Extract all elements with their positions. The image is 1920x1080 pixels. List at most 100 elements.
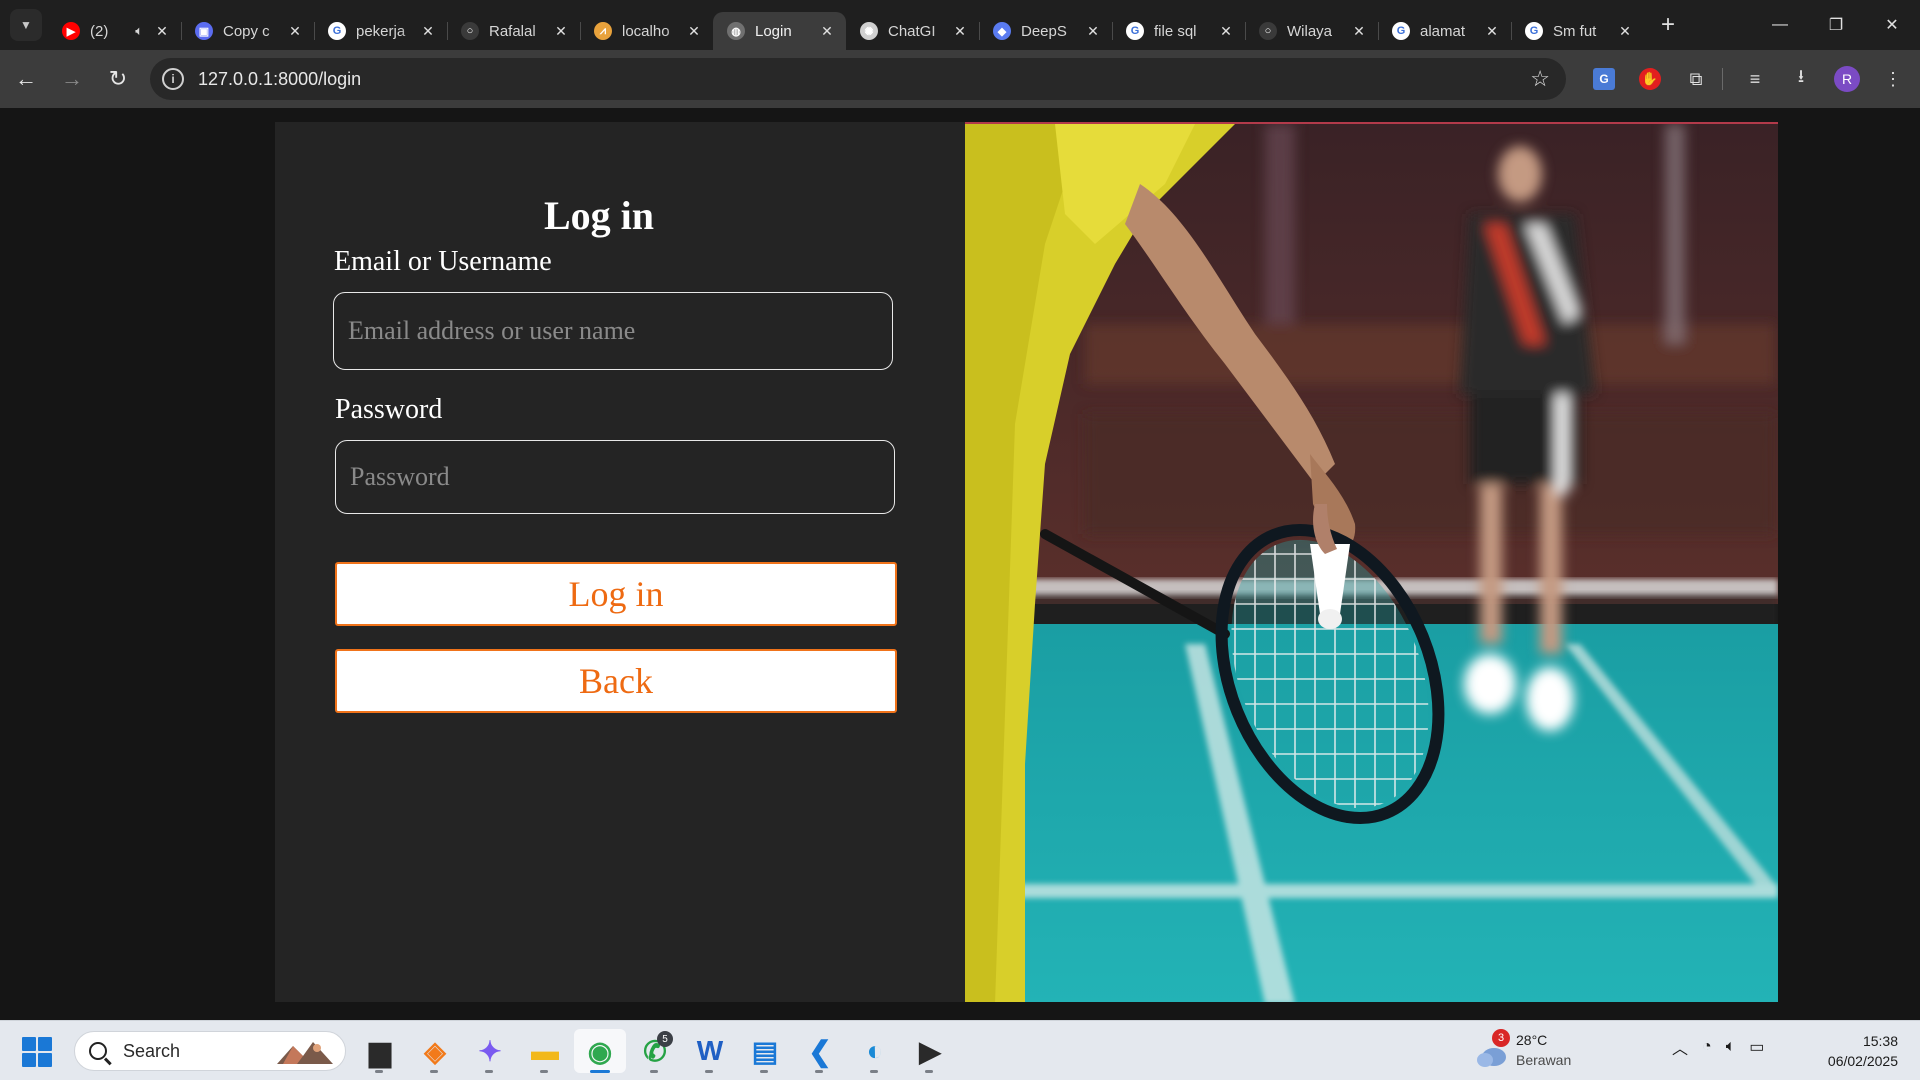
close-tab-icon[interactable]: ✕ <box>818 22 836 40</box>
address-bar[interactable]: i 127.0.0.1:8000/login ☆ <box>150 58 1566 100</box>
tab-search-button[interactable]: ▼ <box>10 9 42 41</box>
tab-title: Login <box>755 22 792 40</box>
close-tab-icon[interactable]: ✕ <box>1483 22 1501 40</box>
tab-10[interactable]: ○ Wilaya ✕ <box>1245 12 1378 50</box>
edge-icon: ◐ <box>866 1035 884 1066</box>
google-translate-extension[interactable]: G <box>1584 59 1624 99</box>
restore-icon: ❐ <box>1828 17 1844 34</box>
back-nav-button[interactable]: ← <box>6 59 46 99</box>
system-clock[interactable]: 15:38 06/02/2025 <box>1828 1031 1898 1071</box>
tab-6[interactable]: ◍ Login ✕ <box>713 12 846 50</box>
google-icon: G <box>1126 22 1144 40</box>
extensions-area: G ✋ ⧉ ≡ ⭳ R ⋮ <box>1578 59 1913 99</box>
login-button[interactable]: Log in <box>335 562 897 626</box>
volume-icon[interactable]: 🔈︎ <box>1726 1038 1736 1056</box>
browser-tab-strip: ▼ ▶ (2) 🔈︎ ✕ ▣ Copy c ✕ Gpekerja ✕ ○ Rafalal ✕ ⩘ loca… <box>0 0 1920 50</box>
tab-title: localho <box>622 22 670 40</box>
taskbar-app-task-view[interactable]: ▆ <box>354 1029 406 1073</box>
media-control-button[interactable]: ≡ <box>1735 59 1775 99</box>
bookmark-star-icon[interactable]: ☆ <box>1530 66 1550 92</box>
site-info-icon[interactable]: i <box>162 68 184 90</box>
close-tab-icon[interactable]: ✕ <box>419 22 437 40</box>
tab-2[interactable]: ▣ Copy c ✕ <box>181 12 314 50</box>
back-button[interactable]: Back <box>335 649 897 713</box>
arrow-right-icon: → <box>61 66 83 91</box>
battery-icon[interactable]: ▭ <box>1749 1037 1764 1057</box>
password-field[interactable] <box>335 440 895 514</box>
taskbar-app-notepad[interactable]: ▤ <box>739 1029 791 1073</box>
taskbar-search-label: Search <box>123 1040 181 1061</box>
browser-menu-button[interactable]: ⋮ <box>1873 59 1913 99</box>
close-tab-icon[interactable]: ✕ <box>685 22 703 40</box>
close-tab-icon[interactable]: ✕ <box>153 22 171 40</box>
tab-title: Copy c <box>223 22 270 40</box>
restore-button[interactable]: ❐ <box>1808 0 1864 50</box>
kebab-menu-icon: ⋮ <box>1884 68 1902 89</box>
taskbar-apps: ▆ ◈ ✦ ▬ ◉ ✆ 5 W ▤ ❮ ◐ ▶ <box>354 1029 959 1073</box>
taskbar-app-brave[interactable]: ◈ <box>409 1029 461 1073</box>
password-label: Password <box>335 394 443 425</box>
tab-12[interactable]: G Sm fut ✕ <box>1511 12 1644 50</box>
taskbar-app-vscode[interactable]: ❮ <box>794 1029 846 1073</box>
media-queue-icon: ≡ <box>1749 68 1761 89</box>
taskbar-app-copilot[interactable]: ✦ <box>464 1029 516 1073</box>
running-indicator <box>430 1070 438 1073</box>
running-indicator <box>485 1070 493 1073</box>
task-view-icon: ▆ <box>369 1035 391 1067</box>
tab-1[interactable]: ▶ (2) 🔈︎ ✕ <box>48 12 181 50</box>
taskbar-app-chrome[interactable]: ◉ <box>574 1029 626 1073</box>
taskbar-app-whatsapp[interactable]: ✆ 5 <box>629 1029 681 1073</box>
taskbar-app-file-explorer[interactable]: ▬ <box>519 1029 571 1073</box>
taskbar-app-word[interactable]: W <box>684 1029 736 1073</box>
forward-nav-button[interactable]: → <box>52 59 92 99</box>
taskbar-search[interactable]: Search <box>74 1031 346 1071</box>
close-tab-icon[interactable]: ✕ <box>1350 22 1368 40</box>
download-icon: ⭳ <box>1797 66 1805 86</box>
close-tab-icon[interactable]: ✕ <box>1084 22 1102 40</box>
tab-list: ▶ (2) 🔈︎ ✕ ▣ Copy c ✕ Gpekerja ✕ ○ Rafalal ✕ ⩘ localh… <box>48 0 1684 50</box>
hand-stop-icon: ✋ <box>1639 68 1661 90</box>
deepseek-icon: ◆ <box>993 22 1011 40</box>
close-tab-icon[interactable]: ✕ <box>286 22 304 40</box>
puzzle-icon: ⧉ <box>1689 68 1703 89</box>
minimize-button[interactable]: — <box>1752 0 1808 50</box>
running-indicator <box>650 1070 658 1073</box>
page-title: Log in <box>543 193 655 238</box>
tab-11[interactable]: Galamat ✕ <box>1378 12 1511 50</box>
tab-9[interactable]: Gfile sql ✕ <box>1112 12 1245 50</box>
close-tab-icon[interactable]: ✕ <box>1217 22 1235 40</box>
downloads-button[interactable]: ⭳ <box>1781 59 1821 99</box>
address-url[interactable]: 127.0.0.1:8000/login <box>198 69 361 90</box>
page-viewport: Log in Email or Username Password Log in… <box>0 108 1920 1020</box>
running-indicator <box>375 1070 383 1073</box>
weather-temp: 28°C <box>1516 1032 1548 1048</box>
reload-button[interactable]: ↻ <box>98 59 138 99</box>
tab-title: pekerja <box>356 22 406 40</box>
close-tab-icon[interactable]: ✕ <box>1616 22 1634 40</box>
github-icon: ○ <box>461 22 479 40</box>
taskbar-app-terminal[interactable]: ▶ <box>904 1029 956 1073</box>
tab-3[interactable]: Gpekerja ✕ <box>314 12 447 50</box>
start-button[interactable] <box>22 1037 52 1067</box>
close-tab-icon[interactable]: ✕ <box>552 22 570 40</box>
stop-extension[interactable]: ✋ <box>1630 59 1670 99</box>
running-indicator <box>870 1070 878 1073</box>
extensions-button[interactable]: ⧉ <box>1676 59 1716 99</box>
profile-button[interactable]: R <box>1827 59 1867 99</box>
vscode-icon: ❮ <box>808 1035 832 1067</box>
close-window-button[interactable]: ✕ <box>1864 0 1920 50</box>
new-tab-button[interactable]: + <box>1652 9 1684 41</box>
close-tab-icon[interactable]: ✕ <box>951 22 969 40</box>
wifi-icon[interactable]: ◔ <box>1702 1038 1712 1056</box>
tab-8[interactable]: ◆ DeepS ✕ <box>979 12 1112 50</box>
tab-4[interactable]: ○ Rafalal ✕ <box>447 12 580 50</box>
tab-5[interactable]: ⩘ localho ✕ <box>580 12 713 50</box>
system-tray: ︿ ◔ 🔈︎ ▭ <box>1672 1035 1778 1059</box>
chevron-up-icon[interactable]: ︿ <box>1672 1035 1688 1059</box>
taskbar-app-edge[interactable]: ◐ <box>849 1029 901 1073</box>
tab-7[interactable]: ✺ ChatGI ✕ <box>846 12 979 50</box>
email-field[interactable] <box>333 292 893 370</box>
speaker-icon[interactable]: 🔈︎ <box>135 23 143 39</box>
running-indicator <box>815 1070 823 1073</box>
weather-widget[interactable]: 3 28°C Berawan <box>1476 1029 1596 1073</box>
